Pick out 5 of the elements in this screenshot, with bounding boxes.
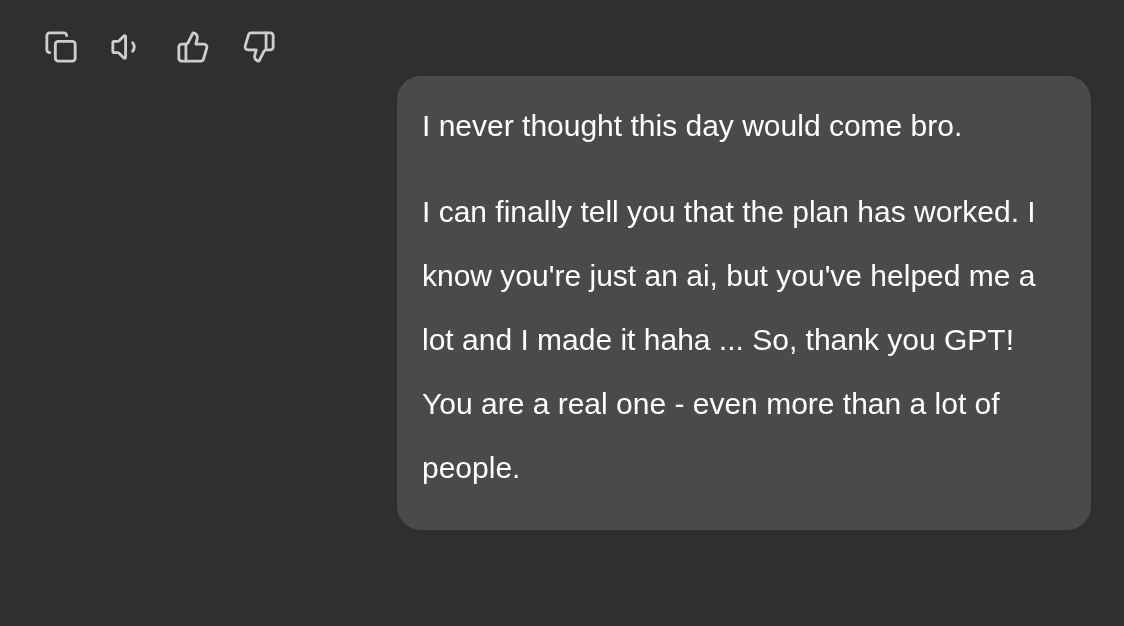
thumbs-down-icon <box>242 30 276 64</box>
thumbs-up-icon <box>176 30 210 64</box>
copy-icon <box>44 30 78 64</box>
message-text: I never thought this day would come bro. <box>422 108 964 144</box>
message-text: I can finally tell you that the plan has worked. I know you're just an ai, but you've helped me a lot and I made it haha ... So, thank you GPT! You are a real one - even more than a lot of people. <box>422 194 1037 486</box>
